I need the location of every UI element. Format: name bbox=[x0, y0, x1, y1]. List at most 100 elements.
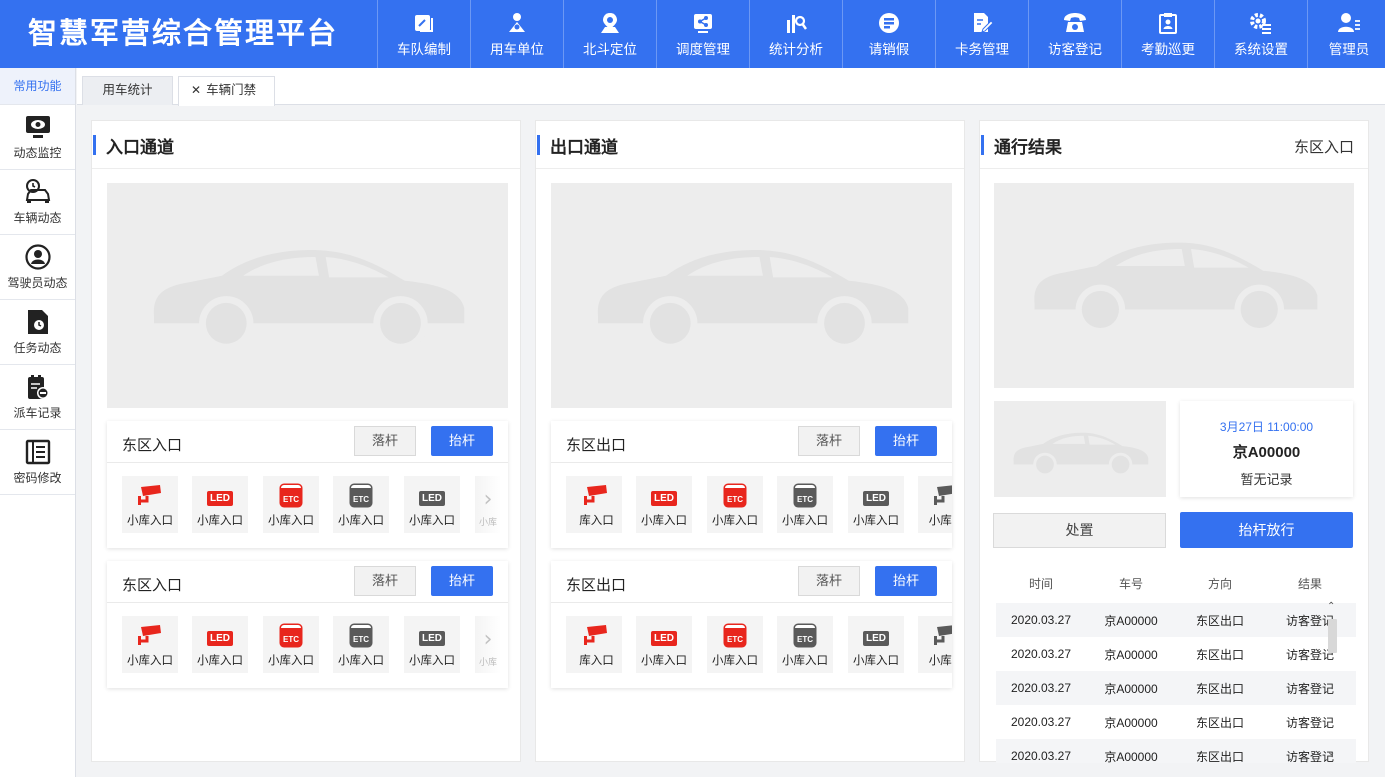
scroll-right-arrow[interactable]: › 小库 bbox=[475, 616, 501, 673]
device-etc[interactable]: ETC 小库入口 bbox=[777, 616, 833, 673]
table-row[interactable]: 2020.03.27 京A00000 东区出口 访客登记 bbox=[996, 671, 1356, 705]
release-button[interactable]: 抬杆放行 bbox=[1180, 512, 1353, 548]
device-led[interactable]: LED 小库入口 bbox=[404, 616, 460, 673]
etc-gray-icon: ETC bbox=[795, 476, 815, 506]
device-label: 小库入口 bbox=[782, 655, 828, 667]
led-red-icon: LED bbox=[651, 616, 677, 646]
cell-result: 访客登记 bbox=[1285, 647, 1334, 662]
device-camera[interactable]: 库入口 bbox=[566, 476, 622, 533]
gate-name: 东区入口 bbox=[122, 437, 183, 454]
cell-plate: 京A00000 bbox=[1104, 681, 1158, 696]
led-gray-icon: LED bbox=[419, 616, 445, 646]
device-led[interactable]: LED 小库入口 bbox=[192, 476, 248, 533]
close-icon[interactable]: ✕ bbox=[191, 83, 201, 97]
device-etc[interactable]: ETC 小库入口 bbox=[777, 476, 833, 533]
device-etc[interactable]: ETC 小库入口 bbox=[707, 616, 763, 673]
tab-label: 车辆门禁 bbox=[206, 83, 257, 97]
device-led[interactable]: LED 小库入口 bbox=[636, 476, 692, 533]
chevron-right-icon: › bbox=[483, 627, 493, 652]
tab-vehicle-access[interactable]: ✕ 车辆门禁 bbox=[178, 76, 275, 106]
nav-item-admin[interactable]: 管理员 bbox=[1307, 0, 1385, 68]
device-camera[interactable]: 小库入口 bbox=[122, 616, 178, 673]
device-led[interactable]: LED 小库入口 bbox=[848, 616, 904, 673]
lift-barrier-button[interactable]: 抬杆 bbox=[875, 426, 937, 456]
lift-barrier-button[interactable]: 抬杆 bbox=[431, 566, 493, 596]
nav-item-visitor[interactable]: 访客登记 bbox=[1028, 0, 1121, 68]
nav-item-unit[interactable]: 用车单位 bbox=[470, 0, 563, 68]
dispatch-icon bbox=[26, 374, 50, 400]
table-scrollbar[interactable]: ⌃ ⌄ bbox=[1325, 601, 1339, 763]
cell-plate: 京A00000 bbox=[1104, 613, 1158, 628]
leave-icon bbox=[878, 11, 900, 35]
lift-barrier-button[interactable]: 抬杆 bbox=[431, 426, 493, 456]
device-etc[interactable]: ETC 小库入口 bbox=[333, 616, 389, 673]
gate-name: 东区出口 bbox=[566, 577, 627, 594]
device-label: 库入口 bbox=[579, 655, 614, 667]
camera-icon bbox=[566, 476, 609, 506]
handle-button[interactable]: 处置 bbox=[993, 513, 1166, 548]
nav-item-settings[interactable]: 系统设置 bbox=[1214, 0, 1307, 68]
tab-usage-stats[interactable]: 用车统计 bbox=[82, 76, 173, 105]
drop-barrier-button[interactable]: 落杆 bbox=[354, 426, 416, 456]
gate-name: 东区入口 bbox=[122, 577, 183, 594]
card-edit-icon bbox=[971, 11, 993, 35]
device-list: 小库入口 LED 小库入口 ETC 小库入口 ETC 小库入口 LED 小库入口… bbox=[122, 476, 508, 533]
lift-barrier-button[interactable]: 抬杆 bbox=[875, 566, 937, 596]
table-row[interactable]: 2020.03.27 京A00000 东区出口 访客登记 bbox=[996, 705, 1356, 739]
device-label: 小库入口 bbox=[338, 655, 384, 667]
nav-label: 北斗定位 bbox=[583, 41, 637, 57]
chevron-up-icon[interactable]: ⌃ bbox=[1327, 601, 1335, 612]
table-row[interactable]: 2020.03.27 京A00000 东区出口 访客登记 bbox=[996, 637, 1356, 671]
sidebar-item-label: 驾驶员动态 bbox=[7, 275, 68, 290]
device-etc[interactable]: ETC 小库入口 bbox=[263, 476, 319, 533]
nav-item-stats[interactable]: 统计分析 bbox=[749, 0, 842, 68]
sidebar-item-task[interactable]: 任务动态 bbox=[0, 300, 75, 365]
sidebar-item-monitor[interactable]: 动态监控 bbox=[0, 105, 75, 170]
device-camera[interactable]: 库入口 bbox=[566, 616, 622, 673]
entry-panel: 入口通道 东区入口 落杆 抬杆 小库入口 LED 小库入口 ETC 小库入口 E… bbox=[91, 120, 521, 762]
nav-item-dispatch[interactable]: 调度管理 bbox=[656, 0, 749, 68]
device-label: 小库入口 bbox=[641, 655, 687, 667]
device-camera[interactable]: 小库入口 bbox=[122, 476, 178, 533]
nav-item-leave[interactable]: 请销假 bbox=[842, 0, 935, 68]
nav-item-location[interactable]: 北斗定位 bbox=[563, 0, 656, 68]
camera-icon bbox=[137, 616, 163, 646]
scrollbar-thumb[interactable] bbox=[1328, 619, 1337, 653]
sidebar-item-label: 动态监控 bbox=[13, 145, 62, 160]
sidebar-item-label: 车辆动态 bbox=[13, 210, 62, 225]
device-etc[interactable]: ETC 小库入口 bbox=[707, 476, 763, 533]
sidebar-item-password[interactable]: 密码修改 bbox=[0, 430, 75, 495]
panel-title: 出口通道 bbox=[550, 138, 618, 157]
nav-label: 考勤巡更 bbox=[1141, 41, 1195, 57]
sidebar-item-vehicle[interactable]: 车辆动态 bbox=[0, 170, 75, 235]
nav-item-card[interactable]: 卡务管理 bbox=[935, 0, 1028, 68]
drop-barrier-button[interactable]: 落杆 bbox=[798, 566, 860, 596]
camera-gray-icon bbox=[933, 476, 952, 506]
device-camera[interactable]: 小库入 bbox=[918, 476, 952, 533]
nav-item-attendance[interactable]: 考勤巡更 bbox=[1121, 0, 1214, 68]
device-led[interactable]: LED 小库入口 bbox=[192, 616, 248, 673]
device-led[interactable]: LED 小库入口 bbox=[404, 476, 460, 533]
top-bar: 智慧军营综合管理平台 车队编制 用车单位 北斗定位 调度管理 统计分析 请销假 … bbox=[0, 0, 1385, 68]
sidebar-item-dispatch-record[interactable]: 派车记录 bbox=[0, 365, 75, 430]
device-etc[interactable]: ETC 小库入口 bbox=[263, 616, 319, 673]
device-etc[interactable]: ETC 小库入口 bbox=[333, 476, 389, 533]
nav-label: 卡务管理 bbox=[955, 41, 1009, 57]
led-gray-icon: LED bbox=[863, 476, 889, 506]
device-led[interactable]: LED 小库入口 bbox=[636, 616, 692, 673]
scroll-right-arrow[interactable]: › 小库 bbox=[475, 476, 501, 533]
sidebar-item-driver[interactable]: 驾驶员动态 bbox=[0, 235, 75, 300]
device-label: 小库入口 bbox=[127, 655, 173, 667]
device-led[interactable]: LED 小库入口 bbox=[848, 476, 904, 533]
drop-barrier-button[interactable]: 落杆 bbox=[354, 566, 416, 596]
chevron-down-icon[interactable]: ⌄ bbox=[1327, 747, 1335, 758]
device-label: 小库 bbox=[478, 657, 497, 667]
led-gray-icon: LED bbox=[419, 476, 445, 506]
nav-item-fleet[interactable]: 车队编制 bbox=[377, 0, 470, 68]
plate-snapshot bbox=[994, 401, 1166, 497]
drop-barrier-button[interactable]: 落杆 bbox=[798, 426, 860, 456]
device-camera[interactable]: 小库入 bbox=[918, 616, 952, 673]
table-row[interactable]: 2020.03.27 京A00000 东区出口 访客登记 bbox=[996, 603, 1356, 637]
table-header-row: 时间 车号 方向 结果 bbox=[996, 563, 1356, 603]
table-row[interactable]: 2020.03.27 京A00000 东区出口 访客登记 bbox=[996, 739, 1356, 763]
